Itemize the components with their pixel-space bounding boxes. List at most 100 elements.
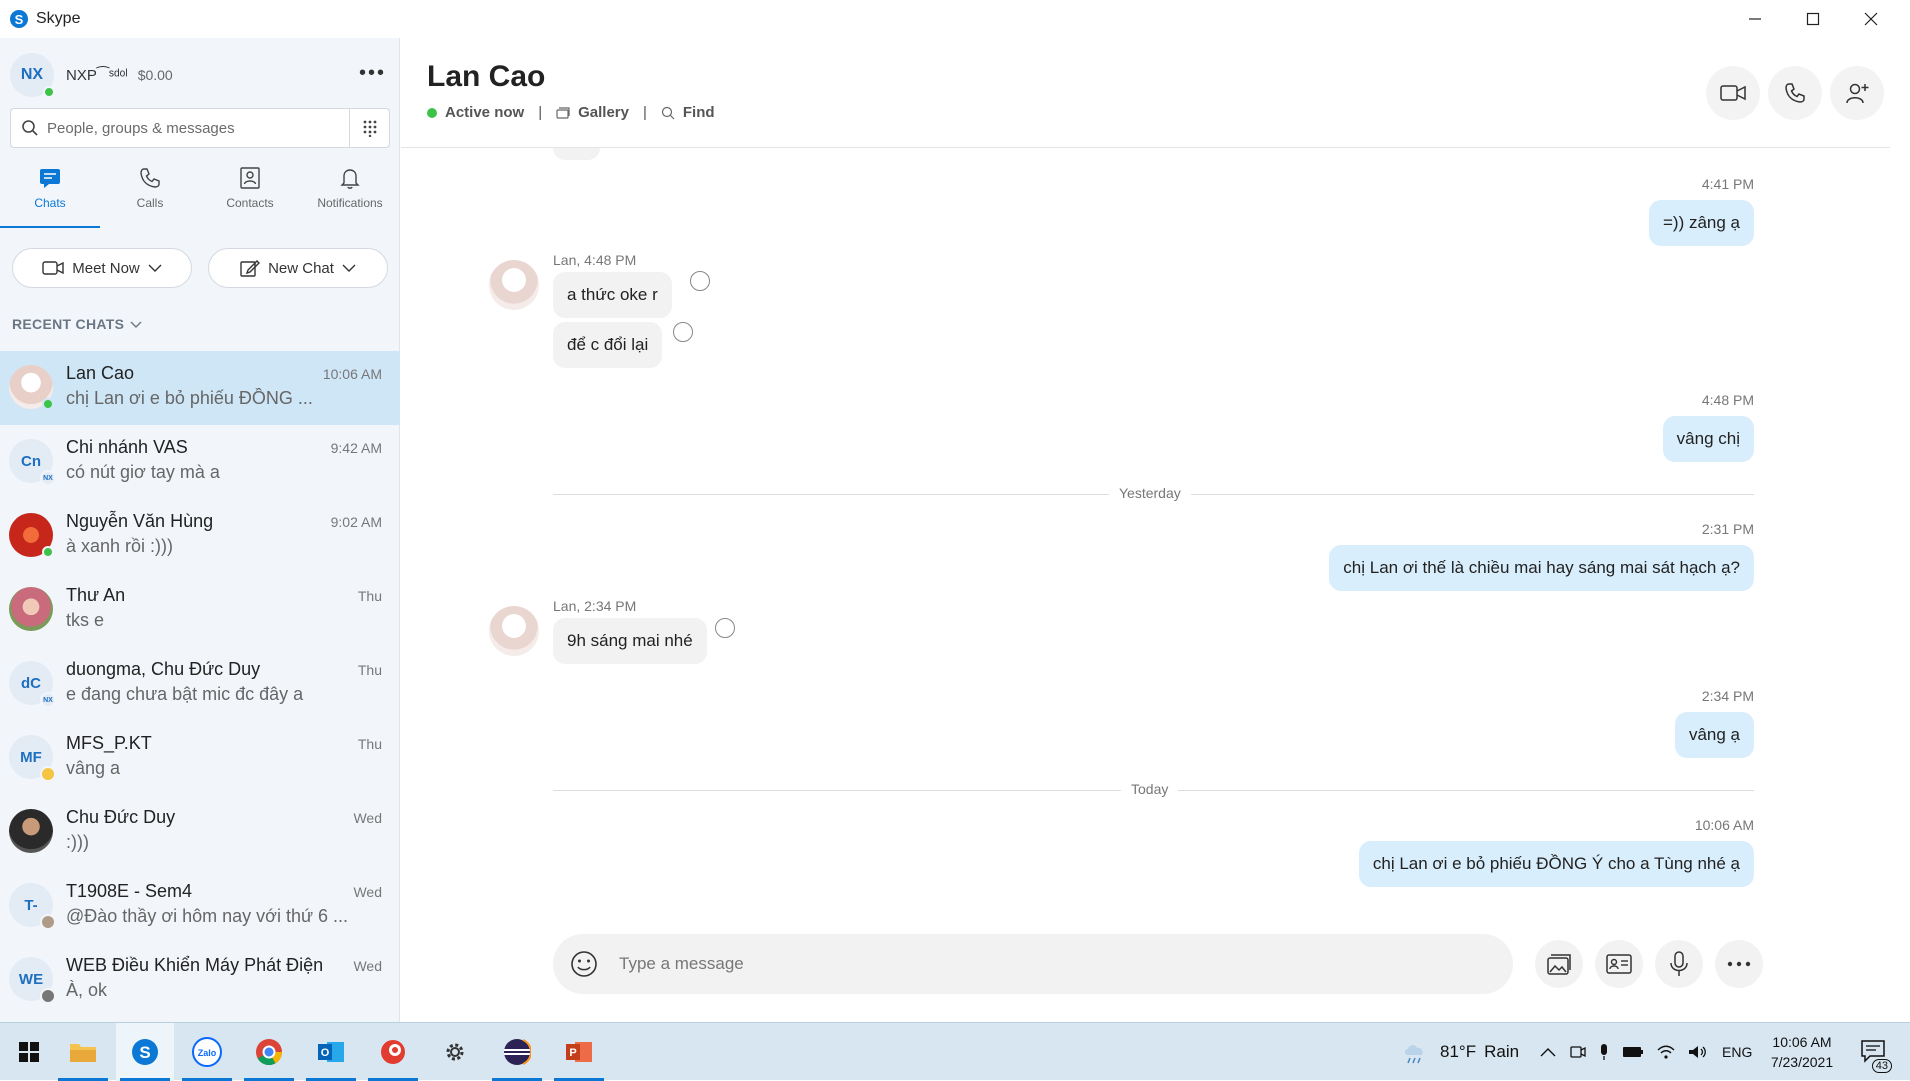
contacts-icon (240, 167, 260, 189)
chat-item[interactable]: Lan Cao chị Lan ơi e bỏ phiếu ĐỒNG ... 1… (0, 351, 400, 425)
message-bubble-outgoing[interactable]: =)) zâng ạ (1648, 200, 1754, 246)
tab-chats[interactable]: Chats (0, 166, 100, 228)
video-call-button[interactable] (1706, 66, 1760, 120)
chat-name: Thư An (66, 585, 126, 605)
find-link[interactable]: Find (683, 104, 715, 121)
chat-preview: @Đào thầy ơi hôm nay với thứ 6 ... (66, 906, 349, 926)
send-media-button[interactable] (1535, 940, 1583, 988)
chat-item[interactable]: Cn NX Chi nhánh VAS có nút giơ tay mà a … (0, 425, 400, 499)
start-button[interactable] (0, 1023, 58, 1081)
new-chat-label: New Chat (268, 259, 334, 277)
tab-chats-label: Chats (34, 196, 66, 210)
taskbar-app-red[interactable] (364, 1023, 422, 1081)
maximize-button[interactable] (1784, 0, 1842, 38)
audio-call-button[interactable] (1768, 66, 1822, 120)
minimize-button[interactable] (1726, 0, 1784, 38)
minimize-icon (1749, 18, 1761, 20)
meet-now-tray-icon[interactable] (1570, 1043, 1586, 1061)
bell-icon (340, 169, 360, 189)
profile-bar[interactable]: NX NXP⁀ˢᵈᵒˡ $0.00 ••• (10, 52, 390, 98)
meet-now-button[interactable]: Meet Now (12, 248, 192, 288)
sender-avatar[interactable] (489, 260, 539, 310)
chat-avatar-initials: MF (20, 748, 42, 766)
taskbar-powerpoint[interactable]: P (550, 1023, 608, 1081)
chat-item[interactable]: MF MFS_P.KT vâng a Thu (0, 721, 400, 795)
taskbar-eclipse[interactable] (488, 1023, 546, 1081)
message-bubble-incoming[interactable]: 9h sáng mai nhé (553, 618, 707, 664)
chat-avatar (9, 513, 54, 558)
message-bubble-outgoing[interactable]: vâng chị (1662, 416, 1754, 462)
chat-item[interactable]: Thư An tks e Thu (0, 573, 400, 647)
close-icon (1864, 12, 1878, 26)
chat-time: 9:42 AM (330, 440, 382, 456)
voice-message-button[interactable] (1655, 940, 1703, 988)
svg-text:Zalo: Zalo (198, 1048, 217, 1058)
message-bubble-incoming[interactable]: a thức oke r (553, 272, 672, 318)
close-button[interactable] (1842, 0, 1900, 38)
chat-time: Thu (357, 736, 382, 752)
input-language[interactable]: ENG (1722, 1044, 1752, 1060)
tab-calls[interactable]: Calls (100, 166, 200, 228)
search-box[interactable]: People, groups & messages (10, 108, 390, 148)
chat-preview: :))) (66, 832, 89, 852)
taskbar-chrome[interactable] (240, 1023, 298, 1081)
message-input[interactable]: Type a message (553, 934, 1513, 994)
tab-contacts[interactable]: Contacts (200, 166, 300, 228)
message-input-placeholder[interactable]: Type a message (619, 954, 744, 974)
chat-item[interactable]: T- T1908E - Sem4 @Đào thầy ơi hôm nay vớ… (0, 869, 400, 943)
search-input[interactable]: People, groups & messages (47, 120, 235, 137)
chat-preview: À, ok (66, 980, 108, 1000)
message-text: .... (567, 148, 586, 150)
scrollbar[interactable] (1890, 38, 1900, 1022)
chat-item[interactable]: Chu Đức Duy :))) Wed (0, 795, 400, 869)
volume-icon[interactable] (1688, 1044, 1708, 1060)
chat-avatar: MF (9, 735, 56, 782)
wifi-icon[interactable] (1656, 1044, 1676, 1060)
new-chat-button[interactable]: New Chat (208, 248, 388, 288)
dialpad-button[interactable] (349, 109, 389, 147)
message-timestamp: 2:34 PM (1701, 688, 1754, 704)
chat-item[interactable]: Nguyễn Văn Hùng à xanh rồi :))) 9:02 AM (0, 499, 400, 573)
microphone-tray-icon[interactable] (1598, 1043, 1610, 1061)
message-bubble-incoming[interactable]: .... (553, 148, 600, 160)
chat-name: Lan Cao (66, 363, 135, 383)
taskbar-file-explorer[interactable] (54, 1023, 112, 1081)
gallery-link[interactable]: Gallery (578, 104, 629, 121)
sender-avatar[interactable] (489, 606, 539, 656)
message-bubble-outgoing[interactable]: vâng ạ (1674, 712, 1754, 758)
chat-item[interactable]: WE WEB Điều Khiển Máy Phát Điện À, ok We… (0, 943, 400, 1017)
add-reaction-icon[interactable] (690, 271, 710, 291)
conversation-title[interactable]: Lan Cao (427, 60, 545, 94)
add-people-button[interactable] (1830, 66, 1884, 120)
battery-icon[interactable] (1622, 1045, 1644, 1059)
add-reaction-icon[interactable] (673, 322, 693, 342)
notification-count-badge: 43 (1871, 1059, 1892, 1073)
more-options-icon[interactable]: ••• (359, 62, 386, 85)
chevron-up-icon[interactable] (1540, 1047, 1556, 1057)
weather-widget[interactable]: 81°F Rain (1402, 1023, 1519, 1081)
skype-credit[interactable]: $0.00 (138, 67, 173, 83)
message-bubble-outgoing[interactable]: chị Lan ơi thế là chiều mai hay sáng mai… (1329, 545, 1754, 591)
profile-avatar[interactable]: NX (10, 53, 55, 98)
system-tray: ENG (1540, 1023, 1752, 1081)
action-center-button[interactable]: 43 (1854, 1023, 1894, 1081)
taskbar-outlook[interactable]: O (302, 1023, 360, 1081)
message-text: vâng ạ (1688, 725, 1740, 744)
message-bubble-outgoing[interactable]: chị Lan ơi e bỏ phiếu ĐỒNG Ý cho a Tùng … (1358, 841, 1754, 887)
clock[interactable]: 10:06 AM 7/23/2021 (1764, 1023, 1840, 1081)
send-contact-button[interactable] (1595, 940, 1643, 988)
more-compose-options-button[interactable] (1715, 940, 1763, 988)
date-divider-label: Today (1121, 781, 1179, 797)
taskbar-skype[interactable]: S (116, 1023, 174, 1081)
message-bubble-incoming[interactable]: để c đổi lại (553, 322, 663, 368)
recent-chats-header[interactable]: RECENT CHATS (12, 316, 142, 332)
tab-notifications[interactable]: Notifications (300, 166, 400, 228)
date-divider-label: Yesterday (1109, 485, 1191, 501)
taskbar-zalo[interactable]: Zalo (178, 1023, 236, 1081)
chat-item[interactable]: dC NX duongma, Chu Đức Duy e đang chưa b… (0, 647, 400, 721)
gallery-icon (556, 106, 570, 119)
taskbar-settings[interactable] (426, 1023, 484, 1081)
emoji-icon[interactable] (569, 949, 599, 979)
meet-now-icon (42, 261, 64, 275)
add-reaction-icon[interactable] (715, 618, 735, 638)
